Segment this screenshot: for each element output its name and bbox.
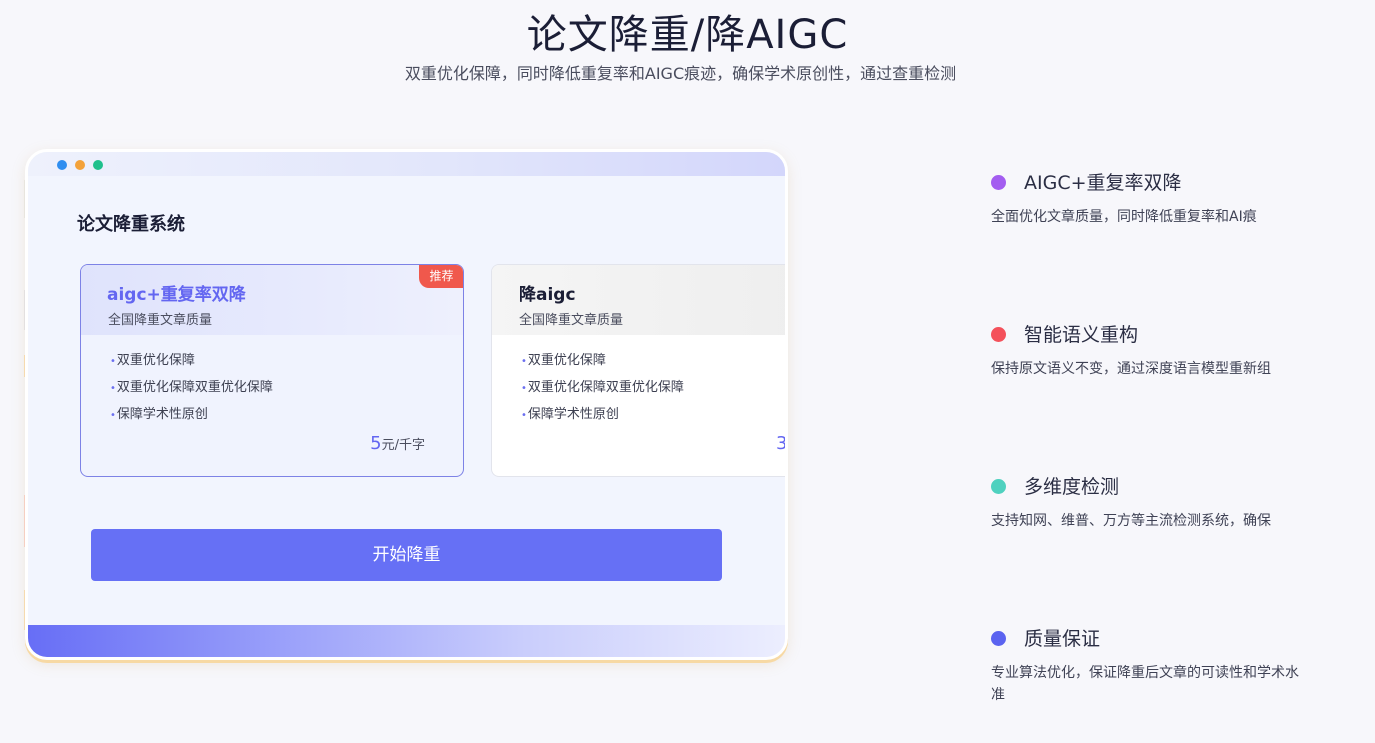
plan-feature: •保障学术性原创 (521, 407, 619, 422)
plan-name: aigc+重复率双降 (107, 285, 246, 305)
bullet-icon: • (521, 383, 527, 394)
feature-dot-icon (991, 327, 1006, 342)
bullet-icon: • (110, 383, 116, 394)
bullet-icon: • (110, 356, 116, 367)
plan-feature: •保障学术性原创 (110, 407, 208, 422)
feature-title: 质量保证 (1024, 628, 1101, 650)
feature-dot-icon (991, 631, 1006, 646)
bullet-icon: • (521, 410, 527, 421)
feature-description: 全面优化文章质量，同时降低重复率和AI痕 (991, 209, 1257, 225)
plan-card-aigc[interactable]: 降aigc 全国降重文章质量 •双重优化保障 •双重优化保障双重优化保障 •保障… (491, 264, 788, 477)
plan-name: 降aigc (519, 285, 576, 305)
feature-description: 专业算法优化，保证降重后文章的可读性和学术水准 (991, 665, 1299, 703)
plan-feature: •双重优化保障双重优化保障 (110, 380, 273, 395)
feature-title: AIGC+重复率双降 (1024, 172, 1182, 194)
bullet-icon: • (110, 410, 116, 421)
feature-description: 支持知网、维普、万方等主流检测系统，确保 (991, 513, 1271, 529)
price-value: 3 (776, 433, 788, 454)
plan-description: 全国降重文章质量 (519, 313, 624, 328)
window-titlebar (28, 152, 785, 176)
feature-description: 保持原文语义不变，通过深度语言模型重新组 (991, 361, 1271, 377)
feature-dot-icon (991, 479, 1006, 494)
price-unit: 元/千字 (381, 438, 425, 453)
plan-feature: •双重优化保障 (110, 353, 195, 368)
page-title: 论文降重/降AIGC (526, 12, 849, 58)
plan-description: 全国降重文章质量 (108, 313, 213, 328)
feature-dot-icon (991, 175, 1006, 190)
plan-header: aigc+重复率双降 全国降重文章质量 (81, 265, 463, 335)
plan-price: 5元/千字 (370, 433, 425, 454)
feature-title: 多维度检测 (1024, 476, 1120, 498)
plan-feature: •双重优化保障 (521, 353, 606, 368)
plan-card-dual[interactable]: aigc+重复率双降 全国降重文章质量 推荐 •双重优化保障 •双重优化保障双重… (80, 264, 464, 477)
window-dot-blue (57, 160, 67, 170)
system-heading: 论文降重系统 (77, 214, 185, 235)
plan-header: 降aigc 全国降重文章质量 (492, 265, 785, 335)
plan-feature: •双重优化保障双重优化保障 (521, 380, 684, 395)
feature-title: 智能语义重构 (1024, 324, 1139, 346)
recommend-badge: 推荐 (419, 265, 463, 288)
bullet-icon: • (521, 356, 527, 367)
window-bottom-bar (28, 625, 785, 657)
page-subtitle: 双重优化保障，同时降低重复率和AIGC痕迹，确保学术原创性，通过查重检测 (404, 64, 957, 83)
start-rewrite-button[interactable]: 开始降重 (91, 529, 722, 581)
window-dot-orange (75, 160, 85, 170)
price-value: 5 (370, 433, 382, 454)
window-dot-green (93, 160, 103, 170)
app-window: 论文降重系统 aigc+重复率双降 全国降重文章质量 推荐 •双重优化保障 •双… (25, 149, 788, 660)
